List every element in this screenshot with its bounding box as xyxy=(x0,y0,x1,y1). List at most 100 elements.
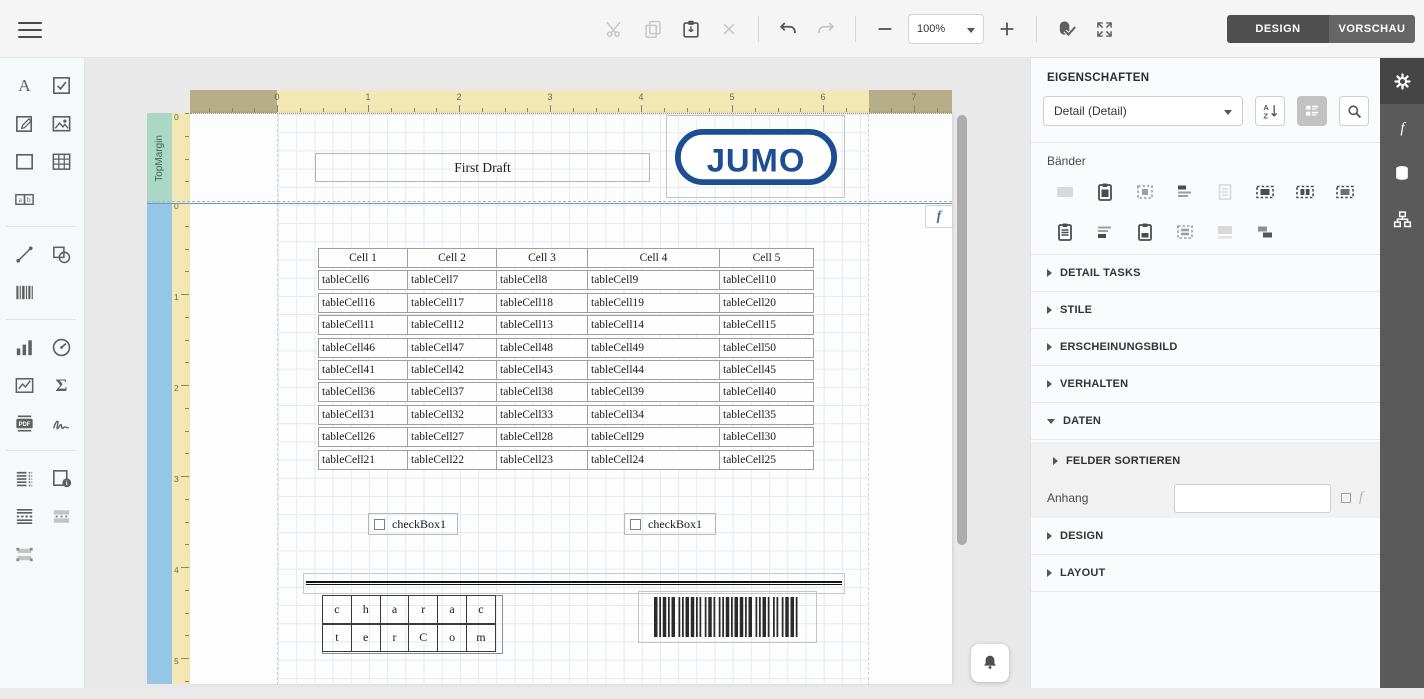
tool-chart-icon[interactable] xyxy=(6,328,43,366)
table-cell[interactable]: tableCell46 xyxy=(318,338,408,358)
tool-page-break-icon[interactable] xyxy=(6,497,43,535)
tool-character-comb-icon[interactable]: ab xyxy=(6,180,43,218)
fullscreen-icon[interactable] xyxy=(1089,14,1119,44)
section-stile[interactable]: STILE xyxy=(1031,292,1381,329)
table-cell[interactable]: tableCell11 xyxy=(318,315,408,335)
table-cell[interactable]: tableCell39 xyxy=(587,382,720,402)
table-cell[interactable]: tableCell16 xyxy=(318,293,408,313)
tool-summary-sigma-icon[interactable]: Σ xyxy=(43,366,80,404)
band-frame-solid-icon[interactable] xyxy=(1245,172,1285,212)
band-clipboard2-icon[interactable] xyxy=(1125,212,1165,252)
tool-sparkline-icon[interactable] xyxy=(6,366,43,404)
band-strip-detail[interactable] xyxy=(147,203,172,684)
undo-icon[interactable] xyxy=(773,14,803,44)
tool-label-icon[interactable]: A xyxy=(6,66,43,104)
character-comb-element[interactable]: characterCom xyxy=(322,595,503,654)
table-header-cell[interactable]: Cell 3 xyxy=(496,248,588,268)
table-cell[interactable]: tableCell35 xyxy=(719,405,814,425)
comb-cell[interactable]: c xyxy=(466,595,496,624)
table-cell[interactable]: tableCell21 xyxy=(318,450,408,470)
table-cell[interactable]: tableCell50 xyxy=(719,338,814,358)
category-view-button[interactable] xyxy=(1297,96,1327,126)
section-layout[interactable]: LAYOUT xyxy=(1031,555,1381,592)
table-cell[interactable]: tableCell49 xyxy=(587,338,720,358)
table-header-cell[interactable]: Cell 4 xyxy=(587,248,720,268)
band-expression-button[interactable]: f xyxy=(925,205,953,228)
comb-cell[interactable]: r xyxy=(380,624,410,653)
tool-signature-icon[interactable] xyxy=(43,404,80,442)
redo-icon[interactable] xyxy=(811,14,841,44)
table-cell[interactable]: tableCell31 xyxy=(318,405,408,425)
band-frame-solid2-icon[interactable] xyxy=(1325,172,1365,212)
notifications-button[interactable] xyxy=(971,644,1009,682)
report-title-textbox[interactable]: First Draft xyxy=(315,153,650,182)
section-daten[interactable]: DATEN xyxy=(1031,403,1381,440)
search-properties-button[interactable] xyxy=(1339,96,1369,126)
table-header-cell[interactable]: Cell 2 xyxy=(407,248,497,268)
tool-pdf-content-icon[interactable]: PDF xyxy=(6,404,43,442)
band-strip-topmargin[interactable]: TopMargin xyxy=(147,113,172,203)
band-frame-stripe-icon[interactable] xyxy=(1285,172,1325,212)
table-cell[interactable]: tableCell45 xyxy=(719,360,814,380)
table-cell[interactable]: tableCell7 xyxy=(407,270,497,290)
rail-hierarchy-icon[interactable] xyxy=(1380,196,1424,242)
section-verhalten[interactable]: VERHALTEN xyxy=(1031,366,1381,403)
anhang-input[interactable] xyxy=(1174,484,1331,513)
table-cell[interactable]: tableCell42 xyxy=(407,360,497,380)
table-cell[interactable]: tableCell23 xyxy=(496,450,588,470)
tool-line-icon[interactable] xyxy=(6,235,43,273)
comb-cell[interactable]: h xyxy=(351,595,381,624)
table-header-cell[interactable]: Cell 1 xyxy=(318,248,408,268)
band-clipboard-lines-icon[interactable] xyxy=(1045,212,1085,252)
logo-image-element[interactable]: JUMO xyxy=(666,115,845,198)
sort-alphabetical-button[interactable]: A Z xyxy=(1255,96,1285,126)
table-cell[interactable]: tableCell6 xyxy=(318,270,408,290)
table-cell[interactable]: tableCell30 xyxy=(719,427,814,447)
section-felder-sortieren[interactable]: FELDER SORTIEREN xyxy=(1031,442,1381,479)
table-cell[interactable]: tableCell26 xyxy=(318,427,408,447)
band-clipboard-icon[interactable] xyxy=(1085,172,1125,212)
cut-icon[interactable] xyxy=(600,14,630,44)
table-cell[interactable]: tableCell33 xyxy=(496,405,588,425)
band-group-footer-icon[interactable] xyxy=(1085,212,1125,252)
table-cell[interactable]: tableCell41 xyxy=(318,360,408,380)
canvas-vertical-scrollbar[interactable] xyxy=(957,115,967,545)
table-cell[interactable]: tableCell19 xyxy=(587,293,720,313)
table-cell[interactable]: tableCell38 xyxy=(496,382,588,402)
table-cell[interactable]: tableCell47 xyxy=(407,338,497,358)
comb-cell[interactable]: m xyxy=(466,624,496,653)
band-separator[interactable] xyxy=(147,201,952,204)
zoom-level-select[interactable]: 100% xyxy=(908,14,984,44)
tool-barcode-icon[interactable] xyxy=(6,273,43,311)
zoom-in-icon[interactable] xyxy=(992,14,1022,44)
table-cell[interactable]: tableCell25 xyxy=(719,450,814,470)
table-cell[interactable]: tableCell13 xyxy=(496,315,588,335)
band-group-header-icon[interactable] xyxy=(1165,172,1205,212)
delete-icon[interactable] xyxy=(714,14,744,44)
menu-icon[interactable] xyxy=(18,17,42,41)
comb-cell[interactable]: a xyxy=(437,595,467,624)
rail-function-f-icon[interactable]: f xyxy=(1380,104,1424,150)
tool-gauge-icon[interactable] xyxy=(43,328,80,366)
table-cell[interactable]: tableCell24 xyxy=(587,450,720,470)
band-dashed-icon[interactable] xyxy=(1125,172,1165,212)
design-tab[interactable]: DESIGN xyxy=(1227,15,1329,43)
table-header-cell[interactable]: Cell 5 xyxy=(719,248,814,268)
tool-band-split-icon[interactable] xyxy=(43,497,80,535)
table-cell[interactable]: tableCell29 xyxy=(587,427,720,447)
table-cell[interactable]: tableCell27 xyxy=(407,427,497,447)
validate-icon[interactable] xyxy=(1051,14,1081,44)
table-cell[interactable]: tableCell9 xyxy=(587,270,720,290)
comb-cell[interactable]: e xyxy=(351,624,381,653)
table-cell[interactable]: tableCell15 xyxy=(719,315,814,335)
tool-table-icon[interactable] xyxy=(43,142,80,180)
table-cell[interactable]: tableCell40 xyxy=(719,382,814,402)
table-cell[interactable]: tableCell44 xyxy=(587,360,720,380)
comb-cell[interactable]: c xyxy=(322,595,352,624)
table-cell[interactable]: tableCell17 xyxy=(407,293,497,313)
table-cell[interactable]: tableCell8 xyxy=(496,270,588,290)
comb-cell[interactable]: t xyxy=(322,624,352,653)
tool-table-of-contents-icon[interactable] xyxy=(6,459,43,497)
table-cell[interactable]: tableCell22 xyxy=(407,450,497,470)
comb-cell[interactable]: a xyxy=(380,595,410,624)
